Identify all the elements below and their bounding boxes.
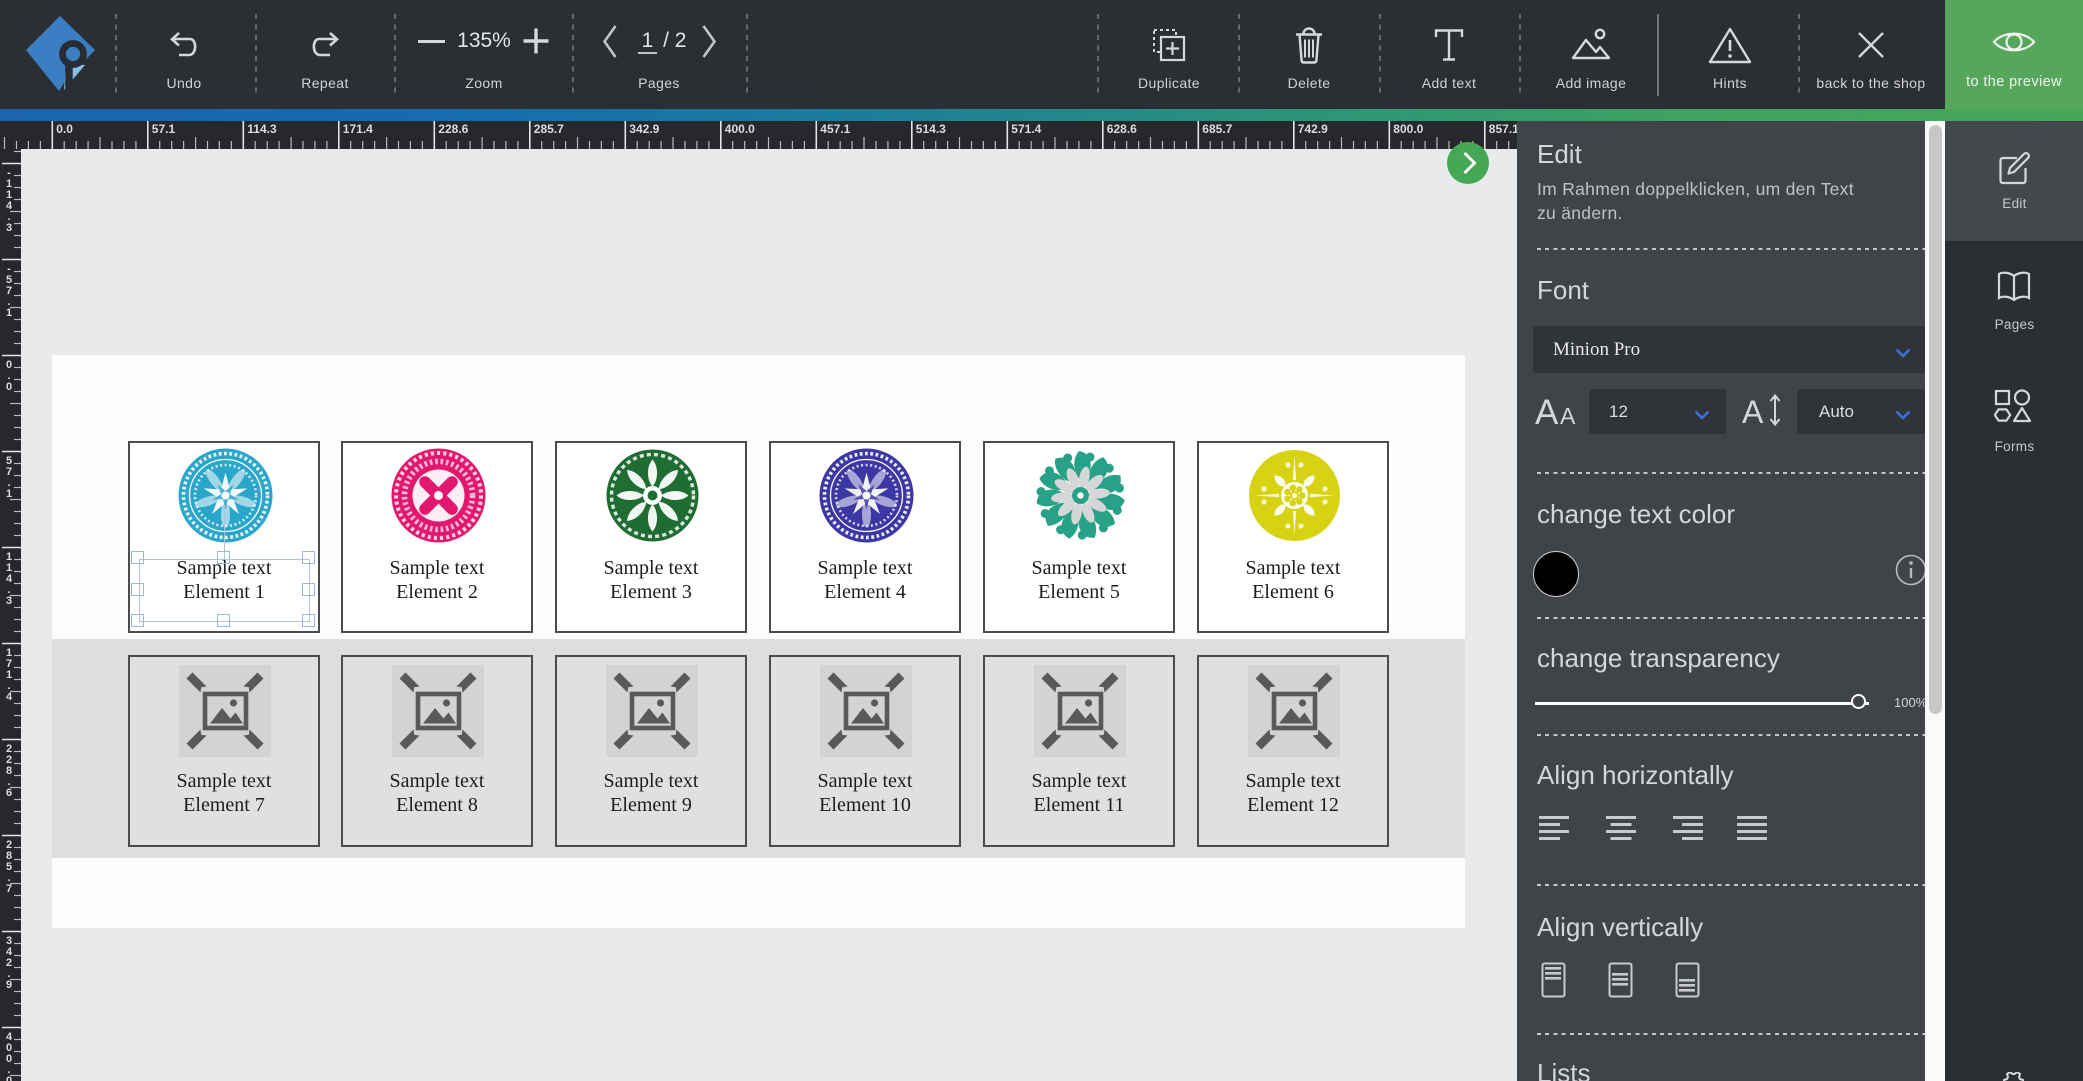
- svg-text:628.6: 628.6: [1107, 122, 1137, 136]
- svg-text:0.0: 0.0: [56, 122, 73, 136]
- svg-text:685.7: 685.7: [1202, 122, 1232, 136]
- svg-text:57.1: 57.1: [152, 122, 176, 136]
- svg-text:514.3: 514.3: [916, 122, 946, 136]
- svg-text:A: A: [1535, 393, 1559, 430]
- svg-text:114.3: 114.3: [247, 122, 277, 136]
- svg-text:571.4: 571.4: [1011, 122, 1041, 136]
- svg-text:228.6: 228.6: [438, 122, 468, 136]
- svg-text:285.7: 285.7: [534, 122, 564, 136]
- svg-text:A: A: [1560, 403, 1576, 429]
- svg-text:800.0: 800.0: [1393, 122, 1423, 136]
- svg-text:742.9: 742.9: [1298, 122, 1328, 136]
- svg-text:342.9: 342.9: [629, 122, 659, 136]
- svg-text:A: A: [1742, 394, 1764, 430]
- svg-text:457.1: 457.1: [820, 122, 850, 136]
- svg-text:857.1: 857.1: [1489, 122, 1517, 136]
- svg-text:171.4: 171.4: [343, 122, 373, 136]
- svg-text:400.0: 400.0: [725, 122, 755, 136]
